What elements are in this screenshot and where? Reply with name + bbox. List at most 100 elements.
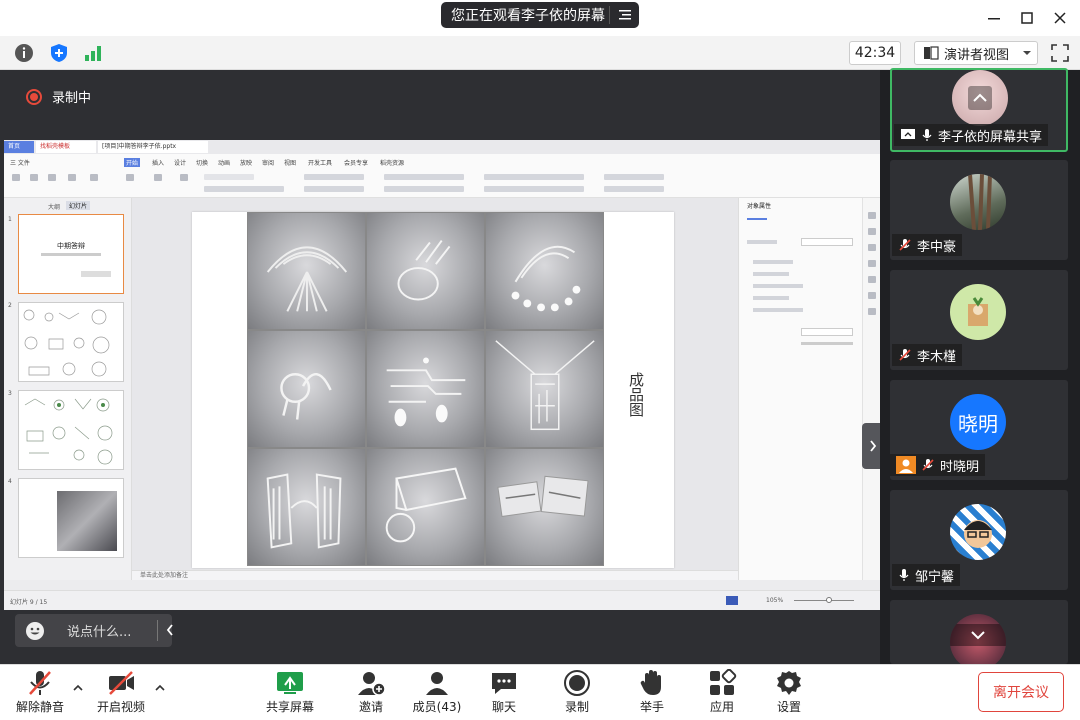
wps-slide-canvas: 成品图 (132, 198, 738, 570)
share-screen-icon (277, 672, 303, 694)
user-icon (896, 456, 916, 474)
invite-button[interactable]: 邀请 (336, 669, 406, 717)
wps-menu-item[interactable]: 开发工具 (308, 158, 332, 167)
wps-menu-item[interactable]: 开始 (124, 158, 141, 167)
participant-tag: 李木槿 (892, 344, 963, 366)
record-icon (564, 670, 590, 696)
view-mode-label: 演讲者视图 (944, 47, 1010, 63)
shield-icon[interactable] (48, 42, 70, 64)
apps-button[interactable]: 应用 (687, 669, 757, 717)
wps-menu-item[interactable]: 会员专享 (344, 158, 368, 167)
mic-icon (922, 129, 932, 141)
jewelry-photo (247, 448, 366, 566)
camera-off-icon (109, 671, 134, 695)
chevron-left-icon[interactable] (165, 623, 175, 637)
slide-notes[interactable]: 单击此处添加备注 (132, 570, 738, 580)
wps-property-panel: 对象属性 (738, 198, 862, 580)
recording-label: 录制中 (52, 91, 92, 106)
participants-panel: 李子依的屏幕共享 李中豪 李木槿 晓明 时晓明 邹宁馨 (880, 68, 1080, 664)
raise-hand-button[interactable]: 举手 (617, 669, 687, 717)
participant-tile[interactable] (890, 600, 1068, 664)
participant-tag: 李子依的屏幕共享 (894, 124, 1049, 146)
slide-title: 成品图 (627, 372, 645, 417)
participant-tag: 邹宁馨 (892, 564, 961, 586)
participant-name: 时晓明 (940, 459, 980, 475)
outline-tab[interactable]: 大纲 (48, 202, 60, 211)
raise-hand-icon (640, 670, 661, 695)
wps-menu-item[interactable]: 设计 (174, 158, 186, 167)
slide-thumbnail[interactable]: 中期答辩 (18, 214, 124, 294)
participant-tile[interactable]: 晓明 时晓明 (890, 380, 1068, 480)
mic-icon (899, 569, 909, 581)
wps-menu-item[interactable]: 插入 (152, 158, 164, 167)
leave-meeting-button[interactable]: 离开会议 (978, 672, 1064, 712)
info-icon[interactable] (13, 42, 35, 64)
share-screen-button[interactable]: 共享屏幕 (255, 669, 325, 717)
wps-menu-item[interactable]: 切换 (196, 158, 208, 167)
mic-muted-icon (922, 459, 934, 471)
participant-tile[interactable]: 邹宁馨 (890, 490, 1068, 590)
slides-tab[interactable]: 幻灯片 (66, 201, 91, 210)
invite-icon (358, 672, 386, 696)
participant-name: 李木槿 (917, 349, 957, 365)
record-label: 录制 (564, 700, 589, 714)
meeting-toolbar: 42:34 演讲者视图 (0, 36, 1080, 70)
wps-menu-item[interactable]: 放映 (240, 158, 252, 167)
maximize-icon[interactable] (1017, 8, 1037, 28)
thumb-number: 1 (8, 216, 12, 223)
chat-placeholder: 说点什么... (67, 625, 132, 640)
divider (609, 6, 610, 24)
chevron-up-icon[interactable] (72, 683, 84, 693)
divider (157, 620, 158, 641)
chat-label: 聊天 (491, 700, 516, 714)
thumb-number: 3 (8, 390, 12, 397)
jewelry-photo (485, 448, 604, 566)
participant-tag: 时晓明 (890, 454, 986, 476)
jewelry-photo (366, 212, 485, 330)
wps-menu-item[interactable]: 视图 (284, 158, 296, 167)
wps-menu-item[interactable]: 稻壳资源 (380, 158, 404, 167)
slide-thumbnail[interactable] (18, 302, 124, 382)
unmute-button[interactable]: 解除静音 (5, 669, 75, 717)
slide-thumbnail[interactable] (18, 390, 124, 470)
fullscreen-icon[interactable] (1050, 43, 1070, 63)
wps-ribbon (4, 170, 880, 198)
current-slide: 成品图 (192, 212, 674, 568)
participant-tile[interactable]: 李子依的屏幕共享 (890, 68, 1068, 152)
chevron-up-icon[interactable] (154, 683, 166, 693)
settings-button[interactable]: 设置 (754, 669, 824, 717)
wps-menu-item[interactable]: 三 文件 (10, 158, 30, 167)
list-menu-icon[interactable] (618, 8, 632, 22)
chat-button[interactable]: 聊天 (469, 669, 539, 717)
minimize-icon[interactable] (984, 8, 1004, 28)
chat-input-bubble[interactable]: 说点什么... (15, 614, 175, 647)
wps-menu-item[interactable]: 审阅 (262, 158, 274, 167)
participant-tile[interactable]: 李中豪 (890, 160, 1068, 260)
view-mode-select[interactable]: 演讲者视图 (914, 41, 1038, 65)
signal-icon[interactable] (82, 42, 104, 64)
record-button[interactable]: 录制 (542, 669, 612, 717)
apps-icon (710, 669, 737, 695)
participant-tag: 李中豪 (892, 234, 963, 256)
wps-tab-home[interactable]: 首页 (4, 141, 34, 153)
participant-tile[interactable]: 李木槿 (890, 270, 1068, 370)
jewelry-photo (485, 212, 604, 330)
wps-tab-pptx[interactable]: [项目]中期答辩李子依.pptx (98, 141, 208, 153)
recording-indicator: 录制中 (26, 87, 91, 106)
wps-menu-item[interactable]: 动画 (218, 158, 230, 167)
chevron-up-icon (968, 86, 992, 110)
jewelry-photo (247, 212, 366, 330)
emoji-icon[interactable] (25, 621, 45, 641)
close-icon[interactable] (1050, 8, 1070, 28)
record-dot-icon (26, 88, 42, 105)
presenter-view-icon (924, 46, 939, 60)
avatar (950, 614, 1006, 664)
start-video-button[interactable]: 开启视频 (86, 669, 156, 717)
settings-label: 设置 (776, 700, 801, 714)
property-panel-title: 对象属性 (747, 203, 772, 210)
wps-tab-strip: 首页 找稻壳模板 [项目]中期答辩李子依.pptx (4, 140, 880, 154)
members-label: 成员(43) (412, 700, 462, 714)
members-button[interactable]: 成员(43) (402, 669, 472, 717)
slide-thumbnail[interactable] (18, 478, 124, 558)
wps-tab-docer[interactable]: 找稻壳模板 (36, 141, 96, 153)
